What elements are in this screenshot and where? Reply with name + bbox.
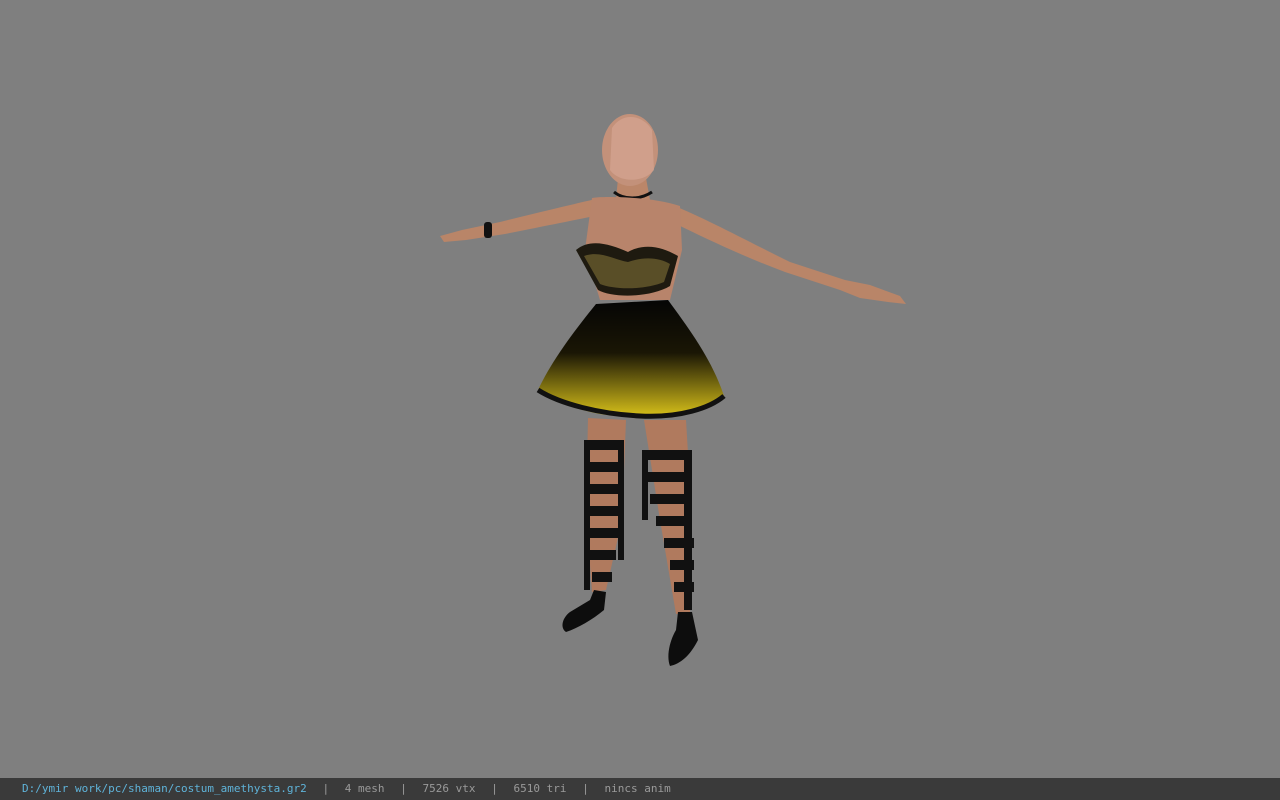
vertex-count: 7526 vtx bbox=[422, 782, 476, 795]
separator: | bbox=[582, 782, 589, 795]
file-path: D:/ymir work/pc/shaman/costum_amethysta.… bbox=[22, 782, 307, 795]
left-shoe bbox=[562, 590, 606, 632]
status-bar: D:/ymir work/pc/shaman/costum_amethysta.… bbox=[0, 778, 1280, 800]
separator: | bbox=[322, 782, 330, 795]
triangle-count: 6510 tri bbox=[513, 782, 567, 795]
right-arm bbox=[672, 205, 906, 304]
mesh-count: 4 mesh bbox=[344, 782, 385, 795]
face-shadow bbox=[610, 116, 654, 180]
right-shoe bbox=[668, 612, 698, 666]
animation-status: nincs anim bbox=[604, 782, 671, 795]
left-arm bbox=[440, 198, 605, 242]
character-model bbox=[440, 114, 906, 666]
bracelet bbox=[484, 222, 492, 238]
skirt bbox=[538, 300, 724, 418]
3d-viewport[interactable] bbox=[0, 0, 1280, 778]
separator: | bbox=[491, 782, 498, 795]
separator: | bbox=[400, 782, 407, 795]
